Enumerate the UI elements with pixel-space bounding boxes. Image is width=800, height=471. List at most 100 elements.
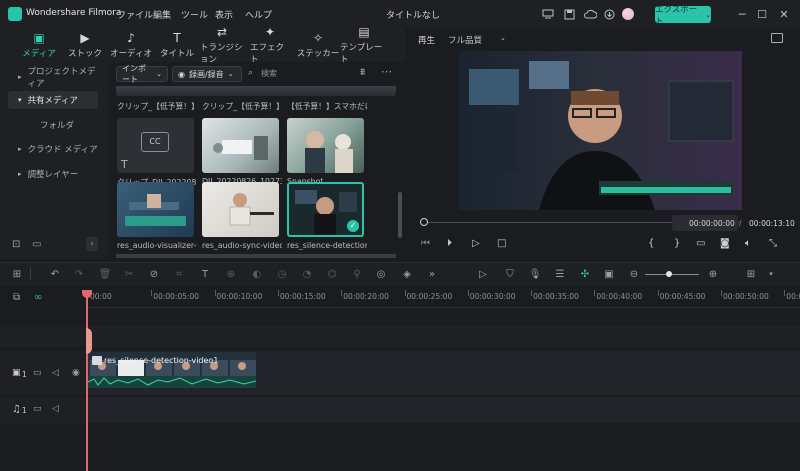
sidebar-item-adjustment-layer[interactable]: ▸ 調整レイヤー [8,165,98,183]
play-icon[interactable]: ▷ [472,238,480,249]
add-track-icon[interactable]: ⧉ [13,292,20,303]
menu-file[interactable]: ファイル [117,8,153,21]
maximize-icon[interactable]: ☐ [754,6,770,22]
user-avatar[interactable] [622,8,634,20]
tab-effect[interactable]: ✦ エフェクト [250,25,290,65]
tab-title[interactable]: T タイトル [156,28,198,62]
layout-icon[interactable]: ⊞ [10,267,24,281]
ruler-tick [404,290,406,296]
mark-in-icon[interactable]: { [648,238,654,249]
sidebar-item-label: 共有メディア [27,96,78,106]
more-tools-icon[interactable]: » [425,267,439,281]
media-item-thumbnail[interactable] [117,182,194,237]
menu-help[interactable]: ヘルプ [245,8,272,21]
chevron-down-icon[interactable]: ▾ [764,267,778,281]
export-button[interactable]: エクスポート ⌄ [655,5,711,27]
sidebar-item-folder[interactable]: フォルダ [8,116,98,134]
new-folder-icon[interactable]: ⊡ [12,239,24,250]
volume-icon[interactable]: ◁ [52,404,59,414]
ruler-label: 00:00:10:00 [216,292,263,301]
sidebar-item-project-media[interactable]: ▸ プロジェクトメディア [8,67,98,89]
sidebar-item-shared-media[interactable]: ▾ 共有メディア [8,91,98,109]
import-dropdown[interactable]: インポート ⌄ [116,64,168,84]
menu-view[interactable]: 表示 [215,8,233,21]
save-icon[interactable] [561,6,577,22]
zoom-slider[interactable] [645,274,699,275]
volume-icon[interactable]: 🔈︎ [745,238,751,249]
stop-icon[interactable]: □ [497,238,506,249]
track-row [86,325,800,347]
undo-icon[interactable]: ↶ [48,267,62,281]
microphone-icon[interactable]: 🎙︎ [528,267,542,281]
step-play-icon[interactable]: ⏵ [447,238,452,249]
progress-handle[interactable] [420,218,428,226]
snapshot-image-icon[interactable] [771,33,783,43]
media-item-thumbnail[interactable] [202,182,279,237]
list-icon[interactable]: ☰ [553,267,567,281]
fullscreen-icon[interactable]: ⤡ [769,238,777,249]
record-icon: ◉ [178,69,185,79]
tab-audio[interactable]: ♪ オーディオ [110,28,152,62]
delete-icon[interactable]: 🗑︎ [98,267,112,281]
media-item-thumbnail[interactable] [287,118,364,173]
volume-icon[interactable]: ◁ [52,368,59,378]
mark-out-icon[interactable]: } [674,238,680,249]
tab-media[interactable]: ▣ メディア [16,28,62,62]
tab-sticker[interactable]: ✧ ステッカー [296,28,340,62]
playhead-tab[interactable] [86,328,92,354]
display-icon[interactable]: ▭ [696,238,705,249]
sidebar-item-cloud-media[interactable]: ▸ クラウド メディア [8,140,98,158]
disable-icon[interactable]: ⊘ [147,267,161,281]
menu-tools[interactable]: ツール [181,8,208,21]
tab-template[interactable]: ▤ テンプレート [340,25,388,65]
eye-icon[interactable]: ◉ [72,368,80,378]
link-icon[interactable]: ∞ [34,292,42,303]
folder-icon[interactable]: ▭ [33,404,42,414]
download-icon[interactable] [601,6,617,22]
pip-icon[interactable]: ▣ [602,267,616,281]
close-icon[interactable]: ✕ [776,6,792,22]
text-icon[interactable]: T [198,267,212,281]
media-item-thumbnail-selected[interactable]: ✓ [287,182,364,237]
stabilize-icon[interactable]: ⚲ [350,267,364,281]
tab-stock-label: ストック [67,48,102,59]
zoom-in-icon[interactable]: ⊕ [706,267,720,281]
split-icon[interactable]: ✂ [122,267,136,281]
filter-icon[interactable]: ⩩ [360,67,365,78]
zoom-tool-icon[interactable]: ⊕ [224,267,238,281]
zoom-slider-handle[interactable] [666,271,672,277]
playhead[interactable] [86,290,88,471]
grid-layout-icon[interactable]: ⊞ [744,267,758,281]
snap-icon[interactable]: ✣ [578,267,592,281]
crop-icon[interactable]: ⌗ [172,267,186,281]
speed-icon[interactable]: ◷ [275,267,289,281]
color-icon[interactable]: ◐ [250,267,264,281]
search-input[interactable]: 検索 [261,68,277,79]
folder-icon[interactable]: ▭ [32,239,44,250]
media-item-thumbnail[interactable] [202,118,279,173]
collapse-sidebar-icon[interactable]: ‹ [86,237,98,251]
audio-stretch-icon[interactable]: ◎ [374,267,388,281]
scrollbar[interactable] [398,192,402,238]
render-icon[interactable]: ▷ [476,267,490,281]
preview-label: 再生 [418,36,436,46]
quality-dropdown[interactable]: フル品質 ⌄ [448,34,506,46]
marker-icon[interactable]: ⛉ [503,267,517,281]
record-dropdown[interactable]: ◉ 録画/録音 ⌄ [172,66,242,82]
monitor-icon[interactable] [540,6,556,22]
more-icon[interactable]: ⋯ [381,65,392,78]
redo-icon[interactable]: ↷ [72,267,86,281]
tab-stock[interactable]: ▶ ストック [64,28,106,62]
cloud-upload-icon[interactable] [582,6,598,22]
media-item-thumbnail[interactable]: CC T [117,118,194,173]
mask-icon[interactable]: ⌬ [325,267,339,281]
previous-frame-icon[interactable]: ⏮ [421,238,430,249]
minimize-icon[interactable]: ─ [734,6,750,22]
timer-icon[interactable]: ◔ [300,267,314,281]
camera-icon[interactable]: ◙ [720,238,730,249]
zoom-out-icon[interactable]: ⊖ [627,267,641,281]
folder-icon[interactable]: ▭ [33,368,42,378]
tab-transition[interactable]: ⇄ トランジション [200,25,244,65]
menu-edit[interactable]: 編集 [153,8,171,21]
keyframe-icon[interactable]: ◈ [400,267,414,281]
